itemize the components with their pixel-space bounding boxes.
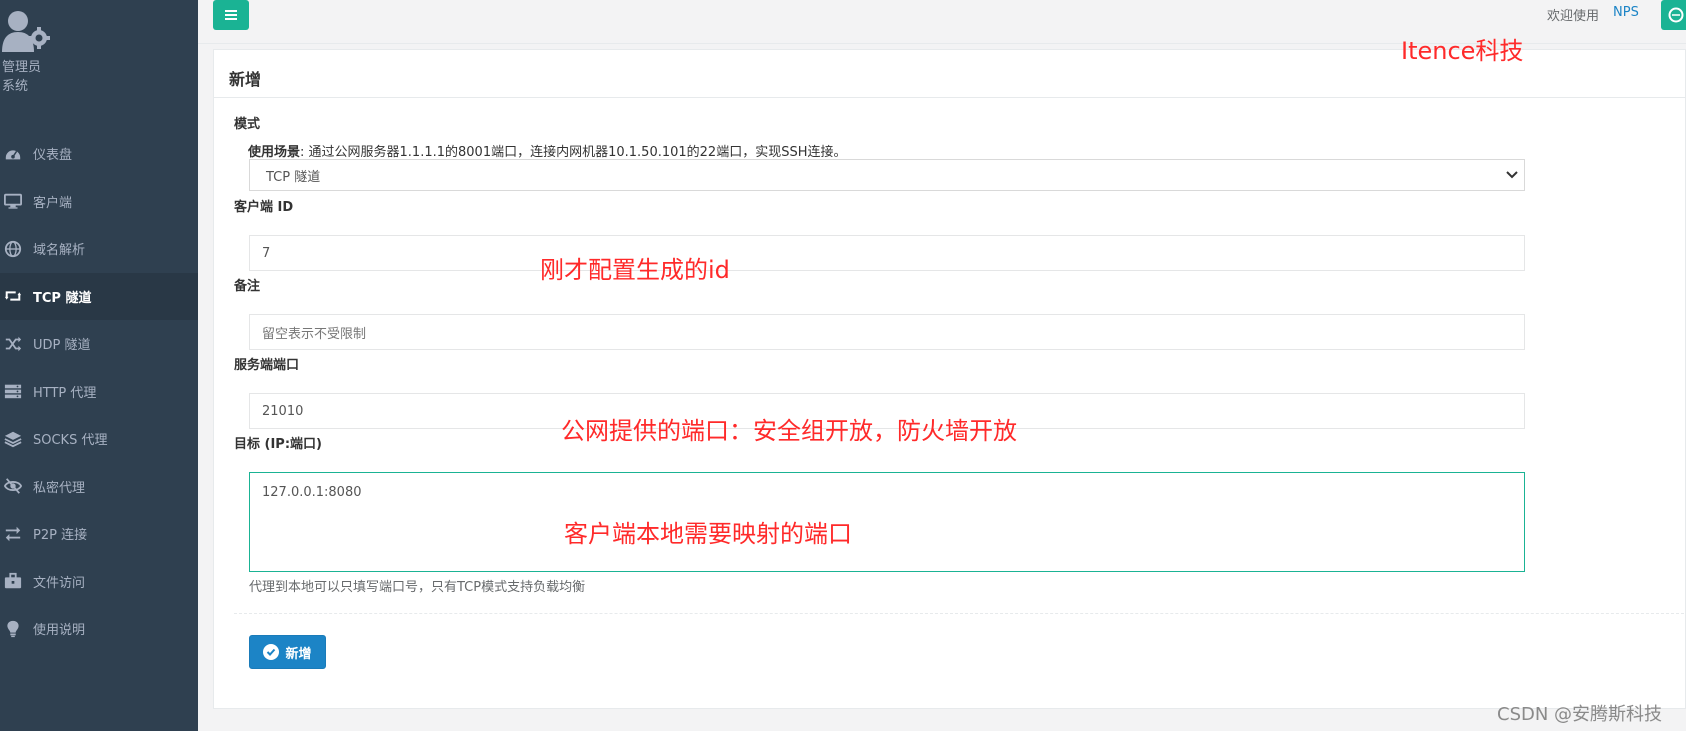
mode-select-value: TCP 隧道 bbox=[266, 169, 321, 185]
sidebar-item-label: 仪表盘 bbox=[33, 148, 73, 164]
mode-label: 模式 bbox=[234, 117, 261, 132]
role-title: 管理员 系统 bbox=[2, 58, 92, 96]
sidebar-item-http-proxy[interactable]: HTTP 代理 bbox=[0, 368, 198, 416]
sidebar-item-label: 文件访问 bbox=[33, 575, 86, 591]
profile: 管理员 系统 bbox=[2, 10, 92, 96]
sidebar-item-label: 使用说明 bbox=[33, 623, 86, 639]
sidebar-item-file-access[interactable]: 文件访问 bbox=[0, 558, 198, 606]
retweet-icon bbox=[3, 286, 23, 306]
admin-avatar-icon bbox=[2, 11, 50, 52]
panel-divider bbox=[214, 97, 1685, 98]
sidebar-nav: 仪表盘 客户端 域名解析 TCP 隧道 UDP 隧道 HTTP 代理 SOCKS… bbox=[0, 130, 198, 653]
layers-icon bbox=[3, 429, 23, 449]
sidebar-item-udp-tunnel[interactable]: UDP 隧道 bbox=[0, 320, 198, 368]
language-button[interactable] bbox=[1661, 0, 1686, 30]
sidebar-item-label: 客户端 bbox=[33, 195, 73, 211]
globe-icon bbox=[3, 239, 23, 259]
server-icon bbox=[3, 381, 23, 401]
sidebar-item-label: UDP 隧道 bbox=[33, 338, 91, 354]
usage-scenario: 使用场景: 通过公网服务器1.1.1.1的8001端口，连接内网机器10.1.5… bbox=[248, 141, 846, 160]
nps-link[interactable]: NPS bbox=[1613, 5, 1639, 20]
remark-input[interactable]: 留空表示不受限制 bbox=[249, 314, 1525, 350]
sidebar-item-domain[interactable]: 域名解析 bbox=[0, 225, 198, 273]
globe-icon bbox=[1668, 7, 1684, 23]
add-tunnel-panel: 新增 模式 使用场景: 通过公网服务器1.1.1.1的8001端口，连接内网机器… bbox=[213, 49, 1686, 709]
submit-button-label: 新增 bbox=[285, 646, 312, 662]
server-port-label: 服务端端口 bbox=[234, 358, 300, 373]
form-divider bbox=[234, 613, 1684, 614]
exchange-icon bbox=[3, 524, 23, 544]
submit-button[interactable]: 新增 bbox=[249, 635, 326, 669]
sidebar-item-clients[interactable]: 客户端 bbox=[0, 178, 198, 226]
scene-label: 使用场景 bbox=[248, 145, 301, 160]
eye-slash-icon bbox=[3, 476, 23, 496]
lightbulb-icon bbox=[3, 619, 23, 639]
role-line-2: 系统 bbox=[2, 79, 29, 94]
sidebar-item-label: P2P 连接 bbox=[33, 528, 88, 544]
target-label: 目标 (IP:端口) bbox=[234, 437, 322, 452]
brand-annotation: Itence科技 bbox=[1401, 37, 1524, 65]
sidebar-item-tcp-tunnel[interactable]: TCP 隧道 bbox=[0, 272, 198, 320]
sidebar-item-p2p[interactable]: P2P 连接 bbox=[0, 510, 198, 558]
role-line-1: 管理员 bbox=[2, 60, 42, 75]
sidebar-item-label: TCP 隧道 bbox=[33, 290, 92, 306]
check-circle-icon bbox=[263, 644, 280, 660]
sidebar-item-label: HTTP 代理 bbox=[33, 385, 97, 401]
client-id-label: 客户端 ID bbox=[234, 200, 294, 215]
server-port-annotation: 公网提供的端口：安全组开放，防火墙开放 bbox=[561, 417, 1017, 445]
chevron-down-icon bbox=[1506, 171, 1518, 179]
hamburger-icon bbox=[225, 10, 237, 20]
sidebar-item-label: 私密代理 bbox=[33, 480, 86, 496]
sidebar-item-label: SOCKS 代理 bbox=[33, 433, 108, 449]
sidebar-item-label: 域名解析 bbox=[33, 243, 86, 259]
panel-title: 新增 bbox=[229, 70, 262, 89]
target-annotation: 客户端本地需要映射的端口 bbox=[564, 520, 852, 548]
shuffle-icon bbox=[3, 334, 23, 354]
monitor-icon bbox=[3, 191, 23, 211]
target-textarea[interactable]: 127.0.0.1:8080 bbox=[249, 472, 1525, 572]
briefcase-icon bbox=[3, 571, 23, 591]
dashboard-icon bbox=[3, 144, 23, 164]
sidebar-item-help[interactable]: 使用说明 bbox=[0, 605, 198, 653]
sidebar-item-socks-proxy[interactable]: SOCKS 代理 bbox=[0, 415, 198, 463]
sidebar-item-dashboard[interactable]: 仪表盘 bbox=[0, 130, 198, 178]
sidebar-item-private-proxy[interactable]: 私密代理 bbox=[0, 463, 198, 511]
csdn-watermark: CSDN @安腾斯科技 bbox=[1497, 704, 1663, 725]
remark-label: 备注 bbox=[234, 279, 261, 294]
sidebar: 管理员 系统 仪表盘 客户端 域名解析 TCP 隧道 UDP 隧道 HTTP 代… bbox=[0, 0, 198, 731]
menu-toggle-button[interactable] bbox=[213, 0, 249, 30]
client-id-input[interactable]: 7 bbox=[249, 235, 1525, 271]
mode-select[interactable]: TCP 隧道 bbox=[249, 159, 1525, 191]
target-hint: 代理到本地可以只填写端口号，只有TCP模式支持负载均衡 bbox=[249, 580, 586, 595]
welcome-text: 欢迎使用 bbox=[1547, 9, 1600, 24]
client-id-annotation: 刚才配置生成的id bbox=[540, 256, 730, 284]
scene-text: : 通过公网服务器1.1.1.1的8001端口，连接内网机器10.1.50.10… bbox=[300, 145, 847, 160]
